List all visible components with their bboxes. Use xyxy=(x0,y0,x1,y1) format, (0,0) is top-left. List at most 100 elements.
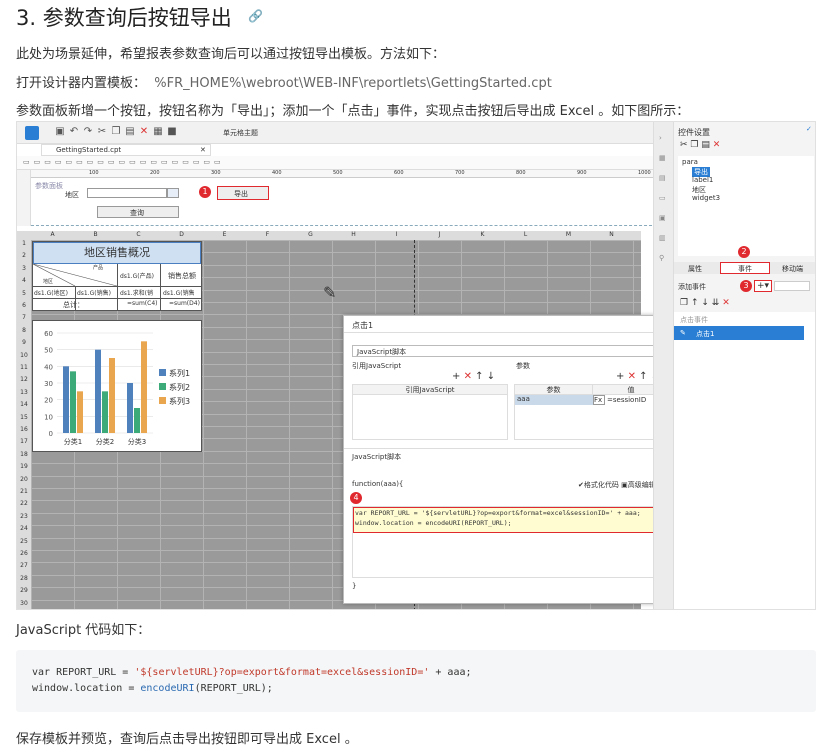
row-header-cell[interactable]: 4 xyxy=(17,277,31,284)
column-header-cell[interactable]: B xyxy=(74,231,117,240)
row-header-cell[interactable]: 15 xyxy=(17,414,31,421)
bar xyxy=(141,341,147,433)
cell-c3[interactable]: ds1.G(产品) xyxy=(120,271,154,280)
copy-icon[interactable]: ❐ xyxy=(109,126,123,137)
column-header-cell[interactable]: G xyxy=(289,231,332,240)
cell-d3[interactable]: 销售总额 xyxy=(168,271,196,281)
ref-js-label: 引用JavaScript xyxy=(352,362,402,370)
column-header-cell[interactable]: C xyxy=(117,231,160,240)
formula-icon[interactable]: Fx xyxy=(593,395,605,405)
column-header-cell[interactable]: A xyxy=(31,231,74,240)
param-value-cell[interactable]: =sessionID xyxy=(607,396,646,404)
row-header-cell[interactable]: 19 xyxy=(17,463,31,470)
area-combo[interactable] xyxy=(87,188,167,198)
column-header-cell[interactable]: I xyxy=(375,231,418,240)
cell-b4[interactable]: ds1.G(销售) xyxy=(77,288,111,297)
edit-icon[interactable]: ✎ xyxy=(680,329,686,337)
row-header-cell[interactable]: 30 xyxy=(17,600,31,607)
row-header-cell[interactable]: 21 xyxy=(17,488,31,495)
undo-icon[interactable]: ↶ xyxy=(67,126,81,137)
event-item-click1[interactable]: 点击1 xyxy=(674,326,804,340)
row-header-cell[interactable]: 16 xyxy=(17,426,31,433)
param-name-cell[interactable]: aaa xyxy=(515,395,593,405)
widget-tree[interactable]: para 导出 label1 地区 widget3 xyxy=(678,156,814,256)
row-header-cell[interactable]: 13 xyxy=(17,389,31,396)
row-header-cell[interactable]: 11 xyxy=(17,364,31,371)
row-header-cell[interactable]: 26 xyxy=(17,550,31,557)
area-combo-dropdown-icon[interactable] xyxy=(167,188,179,198)
row-header-cell[interactable]: 12 xyxy=(17,376,31,383)
check-icon[interactable]: ✓ xyxy=(806,125,812,133)
file-tab[interactable]: GettingStarted.cpt ✕ xyxy=(41,144,211,156)
cell-c4[interactable]: ds1.求和(销 xyxy=(120,288,153,297)
legend-swatch xyxy=(159,383,166,390)
row-header-cell[interactable]: 9 xyxy=(17,339,31,346)
tab-events[interactable]: 事件 xyxy=(720,262,770,274)
cell-d4[interactable]: ds1.G(销售 xyxy=(163,288,195,297)
parameter-panel[interactable]: 参数面板 地区 导出 1 查询 xyxy=(31,178,657,226)
export-button[interactable]: 导出 xyxy=(217,186,269,200)
cell-b5[interactable]: 总计： xyxy=(63,300,84,310)
column-header-cell[interactable]: H xyxy=(332,231,375,240)
event-dialog[interactable]: 点击1 JavaScript脚本 ⌄ 引用JavaScript 参数 + ✕ ↑… xyxy=(343,315,677,604)
tree-node-label1[interactable]: label1 xyxy=(692,176,713,184)
row-header-cell[interactable]: 28 xyxy=(17,575,31,582)
cell-d5[interactable]: =sum(D4) xyxy=(169,300,200,307)
script-editor[interactable]: var REPORT_URL = '${servletURL}?op=expor… xyxy=(352,506,670,578)
row-header-cell[interactable]: 3 xyxy=(17,265,31,272)
ruler-tick: 900 xyxy=(577,170,587,176)
column-header-cell[interactable]: K xyxy=(461,231,504,240)
column-header-cell[interactable]: N xyxy=(590,231,633,240)
query-button[interactable]: 查询 xyxy=(97,206,179,218)
cut-icon[interactable]: ✂ xyxy=(95,126,109,137)
column-header-cell[interactable]: E xyxy=(203,231,246,240)
ruler-tick: 600 xyxy=(394,170,404,176)
row-header-cell[interactable]: 29 xyxy=(17,587,31,594)
stop-icon[interactable]: ■ xyxy=(165,126,179,137)
row-header-cell[interactable]: 2 xyxy=(17,252,31,259)
row-header-cell[interactable]: 17 xyxy=(17,438,31,445)
column-header-cell[interactable]: D xyxy=(160,231,203,240)
cell-c5[interactable]: =sum(C4) xyxy=(127,300,158,307)
event-type-select[interactable]: JavaScript脚本 ⌄ xyxy=(352,345,668,357)
close-tab-icon[interactable]: ✕ xyxy=(200,146,206,154)
format-icon[interactable]: ▦ xyxy=(151,126,165,137)
row-header-cell[interactable]: 20 xyxy=(17,476,31,483)
row-header-cell[interactable]: 22 xyxy=(17,500,31,507)
cell-a4[interactable]: ds1.G(地区) xyxy=(34,288,68,297)
report-title-cell[interactable]: 地区销售概况 xyxy=(33,242,201,264)
row-header-cell[interactable]: 18 xyxy=(17,451,31,458)
ref-js-list[interactable]: 引用JavaScript xyxy=(352,384,508,440)
column-header-cell[interactable]: J xyxy=(418,231,461,240)
column-header-cell[interactable]: M xyxy=(547,231,590,240)
paste-icon[interactable]: ▤ xyxy=(123,126,137,137)
row-header-cell[interactable]: 23 xyxy=(17,513,31,520)
row-header-cell[interactable]: 27 xyxy=(17,562,31,569)
row-header-cell[interactable]: 1 xyxy=(17,240,31,247)
row-header-cell[interactable]: 10 xyxy=(17,352,31,359)
row-header-cell[interactable]: 7 xyxy=(17,314,31,321)
widget-toolbar: ▭▭▭▭▭▭▭▭▭▭▭▭▭▭▭▭▭▭▭ xyxy=(17,156,657,170)
row-header-cell[interactable]: 25 xyxy=(17,538,31,545)
row-header-cell[interactable]: 14 xyxy=(17,401,31,408)
row-header-cell[interactable]: 5 xyxy=(17,290,31,297)
column-header-cell[interactable]: F xyxy=(246,231,289,240)
tab-mobile[interactable]: 移动端 xyxy=(782,264,803,274)
tab-properties[interactable]: 属性 xyxy=(688,264,702,274)
delete-icon[interactable]: ✕ xyxy=(137,126,151,137)
redo-icon[interactable]: ↷ xyxy=(81,126,95,137)
row-header-cell[interactable]: 8 xyxy=(17,327,31,334)
row-header-cell[interactable]: 24 xyxy=(17,525,31,532)
tree-node-para[interactable]: para xyxy=(682,158,698,166)
widget-icons[interactable]: ▭▭▭▭▭▭▭▭▭▭▭▭▭▭▭▭▭▭▭ xyxy=(23,158,225,166)
column-header-cell[interactable]: L xyxy=(504,231,547,240)
row-header-cell[interactable]: 6 xyxy=(17,302,31,309)
save-icon[interactable]: ▣ xyxy=(53,126,67,137)
add-event-button[interactable]: +▾ xyxy=(754,280,772,292)
anchor-link-icon[interactable]: 🔗 xyxy=(248,9,263,23)
bar-chart[interactable]: 0 10 20 30 40 50 60 分类1 分类2 分类3 系列1 系列2 系列3 xyxy=(32,320,202,452)
cell-theme-button[interactable]: 单元格主题 xyxy=(223,128,258,138)
export-button-label: 导出 xyxy=(234,190,248,198)
param-table[interactable]: 参数 值 aaa Fx =sessionID xyxy=(514,384,670,440)
tree-node-widget3[interactable]: widget3 xyxy=(692,194,720,202)
